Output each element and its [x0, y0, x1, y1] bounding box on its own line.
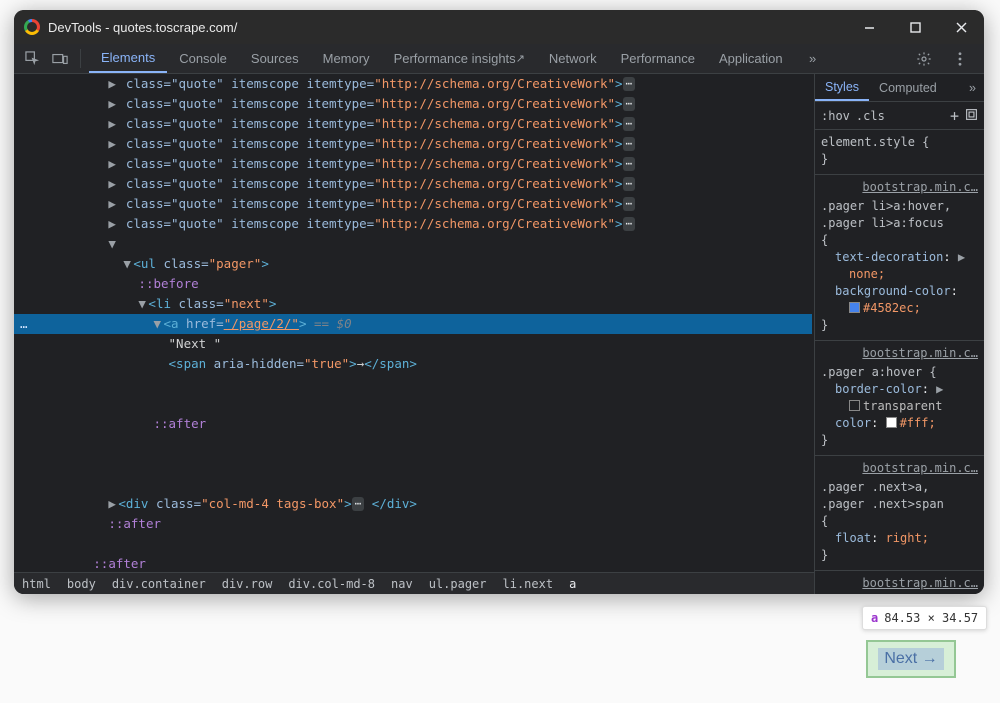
- dom-node[interactable]: ▶ class="quote" itemscope itemtype="http…: [14, 194, 812, 214]
- css-rule[interactable]: element.style {}: [815, 130, 984, 175]
- crumb-div-row[interactable]: div.row: [222, 574, 273, 594]
- tabs-overflow-button[interactable]: »: [799, 44, 827, 73]
- css-rule[interactable]: bootstrap.min.c….pager li>a:hover, .page…: [815, 175, 984, 341]
- tooltip-dims: 84.53 × 34.57: [884, 611, 978, 625]
- devtools-window: DevTools - quotes.toscrape.com/ Elements…: [14, 10, 984, 594]
- inspect-icon[interactable]: [20, 44, 44, 73]
- dom-node[interactable]: ▶ class="quote" itemscope itemtype="http…: [14, 74, 812, 94]
- crumb-a[interactable]: a: [569, 574, 576, 594]
- device-icon[interactable]: [48, 44, 72, 73]
- tab-network[interactable]: Network: [537, 44, 609, 73]
- dom-node[interactable]: [14, 474, 812, 494]
- dom-node[interactable]: "Next ": [14, 334, 812, 354]
- tab-performance-insights[interactable]: Performance insights ↗: [382, 44, 537, 73]
- dom-node[interactable]: ::after: [14, 554, 812, 572]
- crumb-div-col-md-8[interactable]: div.col-md-8: [288, 574, 375, 594]
- main-area: ▶ class="quote" itemscope itemtype="http…: [14, 74, 984, 594]
- dom-node[interactable]: ▶ class="quote" itemscope itemtype="http…: [14, 214, 812, 234]
- css-rule[interactable]: bootstrap.min.c….pager a:hover {border-c…: [815, 341, 984, 456]
- styles-tabs-overflow[interactable]: »: [961, 74, 984, 101]
- dom-node[interactable]: ::after: [14, 414, 812, 434]
- page-next-button[interactable]: Next →: [866, 640, 956, 678]
- breadcrumb[interactable]: html body div.container div.row div.col-md-8…: [14, 572, 814, 594]
- dom-node[interactable]: [14, 394, 812, 414]
- css-rule[interactable]: bootstrap.min.c…: [815, 571, 984, 594]
- dom-node[interactable]: ▶ class="quote" itemscope itemtype="http…: [14, 134, 812, 154]
- dom-node[interactable]: ▼<ul class="pager">: [14, 254, 812, 274]
- tooltip-tag: a: [871, 611, 884, 625]
- tab-application[interactable]: Application: [707, 44, 795, 73]
- dom-node[interactable]: ▼: [14, 234, 812, 254]
- css-rule[interactable]: bootstrap.min.c….pager .next>a, .pager .…: [815, 456, 984, 571]
- titlebar: DevTools - quotes.toscrape.com/: [14, 10, 984, 44]
- dom-node[interactable]: <span aria-hidden="true">→</span>: [14, 354, 812, 374]
- dom-tree[interactable]: ▶ class="quote" itemscope itemtype="http…: [14, 74, 814, 572]
- page-next-label: Next →: [878, 648, 943, 670]
- crumb-nav[interactable]: nav: [391, 574, 413, 594]
- toolbar-divider: [80, 49, 81, 68]
- hov-toggle[interactable]: :hov: [821, 109, 850, 123]
- dom-node[interactable]: ▶ class="quote" itemscope itemtype="http…: [14, 114, 812, 134]
- dom-node[interactable]: [14, 374, 812, 394]
- dom-node[interactable]: ▼<li class="next">: [14, 294, 812, 314]
- dom-node[interactable]: ▶ class="quote" itemscope itemtype="http…: [14, 174, 812, 194]
- styles-tabs: Styles Computed »: [815, 74, 984, 102]
- computed-styles-icon[interactable]: [965, 108, 978, 124]
- window-controls: [846, 10, 984, 44]
- window-title: DevTools - quotes.toscrape.com/: [48, 20, 237, 35]
- dom-node[interactable]: ▶ class="quote" itemscope itemtype="http…: [14, 94, 812, 114]
- tab-performance[interactable]: Performance: [609, 44, 707, 73]
- maximize-button[interactable]: [892, 10, 938, 44]
- dom-panel: ▶ class="quote" itemscope itemtype="http…: [14, 74, 814, 594]
- tab-styles[interactable]: Styles: [815, 74, 869, 101]
- tab-sources[interactable]: Sources: [239, 44, 311, 73]
- minimize-button[interactable]: [846, 10, 892, 44]
- crumb-body[interactable]: body: [67, 574, 96, 594]
- element-tooltip: a84.53 × 34.57: [862, 606, 987, 630]
- tab-console[interactable]: Console: [167, 44, 239, 73]
- styles-filter-bar: :hov .cls +: [815, 102, 984, 130]
- crumb-div-container[interactable]: div.container: [112, 574, 206, 594]
- dom-node[interactable]: ::before: [14, 274, 812, 294]
- dom-node[interactable]: [14, 534, 812, 554]
- crumb-ul-pager[interactable]: ul.pager: [429, 574, 487, 594]
- crumb-html[interactable]: html: [22, 574, 51, 594]
- tab-memory[interactable]: Memory: [311, 44, 382, 73]
- chrome-icon: [24, 19, 40, 35]
- devtools-tabs: ElementsConsoleSourcesMemoryPerformance …: [89, 44, 795, 73]
- kebab-menu-icon[interactable]: [948, 52, 972, 66]
- tab-elements[interactable]: Elements: [89, 44, 167, 73]
- cls-toggle[interactable]: .cls: [856, 109, 885, 123]
- devtools-toolbar: ElementsConsoleSourcesMemoryPerformance …: [14, 44, 984, 74]
- styles-panel: Styles Computed » :hov .cls + element.st…: [814, 74, 984, 594]
- dom-node[interactable]: … ▼<a href="/page/2/"> == $0: [14, 314, 812, 334]
- dom-node[interactable]: [14, 454, 812, 474]
- dom-node[interactable]: ::after: [14, 514, 812, 534]
- tab-computed[interactable]: Computed: [869, 74, 947, 101]
- dom-node[interactable]: [14, 434, 812, 454]
- dom-node[interactable]: ▶ class="quote" itemscope itemtype="http…: [14, 154, 812, 174]
- close-button[interactable]: [938, 10, 984, 44]
- dom-node[interactable]: ▶<div class="col-md-4 tags-box">⋯ </div>: [14, 494, 812, 514]
- new-style-rule-icon[interactable]: +: [950, 107, 959, 125]
- crumb-li-next[interactable]: li.next: [503, 574, 554, 594]
- styles-rules[interactable]: element.style {}bootstrap.min.c….pager l…: [815, 130, 984, 594]
- settings-icon[interactable]: [912, 51, 936, 67]
